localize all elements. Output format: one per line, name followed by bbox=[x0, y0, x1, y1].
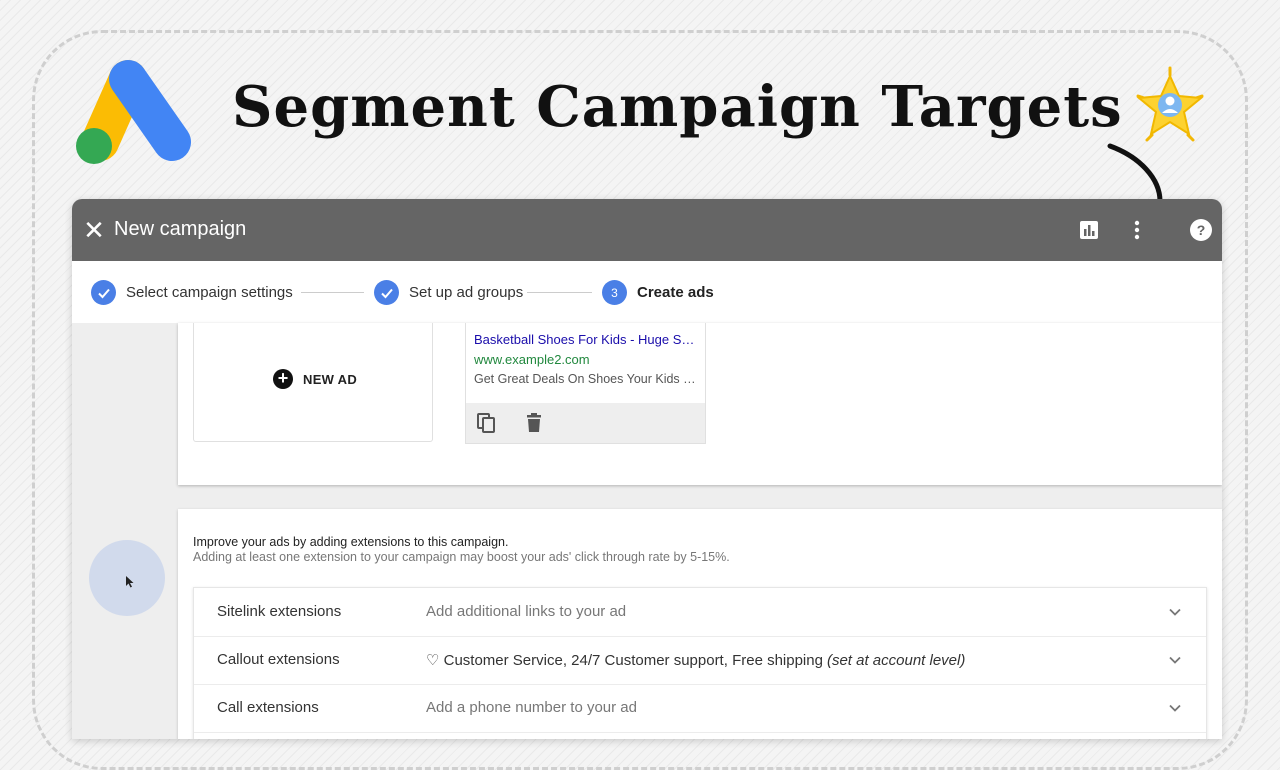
ads-card: + NEW AD Basketball Shoes For Kids - Hug… bbox=[178, 323, 1222, 485]
step-select-campaign-settings[interactable]: Select campaign settings bbox=[91, 280, 293, 305]
delete-icon[interactable] bbox=[523, 412, 545, 434]
extension-name: Call extensions bbox=[217, 699, 319, 716]
extension-value: ♡ Customer Service, 24/7 Customer suppor… bbox=[426, 651, 965, 669]
step-label: Create ads bbox=[637, 284, 714, 301]
chevron-down-icon[interactable] bbox=[1168, 605, 1182, 619]
campaign-stepper: Select campaign settings Set up ad group… bbox=[72, 261, 1222, 324]
mouse-cursor-icon bbox=[126, 576, 134, 588]
check-icon bbox=[91, 280, 116, 305]
window-title: New campaign bbox=[114, 218, 247, 240]
extensions-card: Improve your ads by adding extensions to… bbox=[178, 509, 1222, 739]
extension-name: Callout extensions bbox=[217, 651, 340, 668]
ad-actions-bar bbox=[466, 403, 705, 443]
step-label: Select campaign settings bbox=[126, 284, 293, 301]
new-ad-label: NEW AD bbox=[303, 371, 358, 387]
title-bar: ✕ New campaign ? bbox=[72, 199, 1222, 261]
google-ads-logo bbox=[76, 60, 191, 164]
extension-name: Sitelink extensions bbox=[217, 603, 342, 620]
help-icon[interactable]: ? bbox=[1188, 217, 1214, 243]
step-connector bbox=[527, 292, 592, 293]
bar-chart-icon[interactable] bbox=[1076, 217, 1102, 243]
step-connector bbox=[301, 292, 364, 293]
callout-list: ♡ Customer Service, 24/7 Customer suppor… bbox=[426, 652, 823, 669]
close-icon[interactable]: ✕ bbox=[80, 216, 108, 244]
extension-row-sitelink[interactable]: Sitelink extensions Add additional links… bbox=[194, 588, 1206, 637]
ad-description: Get Great Deals On Shoes Your Kids Will … bbox=[474, 372, 700, 386]
extension-value: Add additional links to your ad bbox=[426, 603, 627, 620]
headline: Segment Campaign Targets bbox=[232, 74, 1123, 140]
check-icon bbox=[374, 280, 399, 305]
chevron-down-icon[interactable] bbox=[1168, 701, 1182, 715]
ad-display-url: www.example2.com bbox=[474, 352, 590, 367]
extension-value: Add a phone number to your ad bbox=[426, 699, 637, 716]
ad-headline: Basketball Shoes For Kids - Huge Selecti… bbox=[474, 332, 700, 347]
step-create-ads[interactable]: 3 Create ads bbox=[602, 280, 714, 305]
add-circle-icon: + bbox=[273, 369, 293, 389]
campaign-window: ✕ New campaign ? Select campaign setting… bbox=[72, 199, 1222, 739]
account-level-note: (set at account level) bbox=[826, 652, 966, 669]
copy-icon[interactable] bbox=[475, 412, 497, 434]
content-area: + NEW AD Basketball Shoes For Kids - Hug… bbox=[72, 323, 1222, 739]
new-ad-button[interactable]: + NEW AD bbox=[193, 323, 433, 442]
more-vert-icon[interactable] bbox=[1124, 217, 1150, 243]
step-set-up-ad-groups[interactable]: Set up ad groups bbox=[374, 280, 523, 305]
svg-text:?: ? bbox=[1197, 222, 1206, 238]
step-label: Set up ad groups bbox=[409, 284, 524, 301]
new-ad-row: + NEW AD bbox=[273, 369, 357, 389]
extensions-subheading: Adding at least one extension to your ca… bbox=[193, 550, 730, 564]
extension-row-call[interactable]: Call extensions Add a phone number to yo… bbox=[194, 684, 1206, 733]
step-number: 3 bbox=[602, 280, 627, 305]
extensions-list: Sitelink extensions Add additional links… bbox=[193, 587, 1207, 739]
extensions-heading: Improve your ads by adding extensions to… bbox=[193, 535, 509, 549]
extension-row-callout[interactable]: Callout extensions ♡ Customer Service, 2… bbox=[194, 636, 1206, 685]
ad-preview-card: Basketball Shoes For Kids - Huge Selecti… bbox=[465, 323, 706, 444]
chevron-down-icon[interactable] bbox=[1168, 653, 1182, 667]
